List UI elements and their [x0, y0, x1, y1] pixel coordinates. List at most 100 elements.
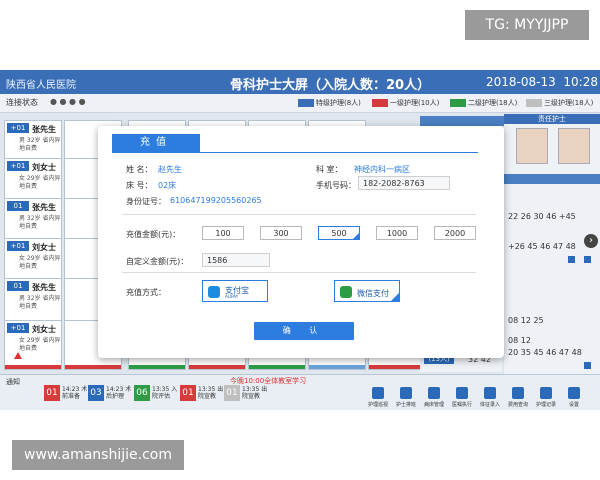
schedule-icon [400, 387, 412, 399]
patient-name: 刘女士 [32, 325, 56, 334]
amount-option-500[interactable]: 500 [318, 226, 360, 240]
toolbar-label: 护理记录 [535, 402, 556, 408]
department-value: 神经内科一病区 [354, 165, 410, 174]
amount-label: 充值金额(元)： [126, 230, 181, 239]
alipay-button[interactable]: 支付宝 ALIPAY [202, 280, 268, 302]
phone-label: 手机号码： [316, 181, 356, 190]
recharge-dialog: 充值 姓 名： 赵先生 科 室： 神经内科一病区 床 号： 02床 手机号码： … [98, 126, 504, 358]
bottom-bar: 通知 今晚10:00全体教室学习 01 14:23 术前准备 03 14:23 术后… [0, 374, 600, 410]
patient-info: 女 29岁 省内异地自费 [19, 337, 61, 352]
confirm-button[interactable]: 确 认 [254, 322, 354, 340]
next-page-arrow-icon[interactable]: › [584, 234, 598, 248]
bed-icon [428, 387, 440, 399]
square-marker-icon [584, 256, 591, 263]
nurse-avatar [558, 128, 590, 164]
legend-label: 特级护理(8人) [316, 99, 361, 107]
hospital-name: 陕西省人民医院 [6, 80, 76, 91]
square-marker-icon [584, 362, 591, 369]
watermark-top: TG: MYYJJPP [465, 10, 589, 40]
card-level-bar [65, 365, 121, 369]
patient-name-value: 赵先生 [158, 165, 182, 174]
bed-number-badge: 01 [7, 201, 29, 211]
panel-section-bar [504, 174, 600, 184]
amount-option-1000[interactable]: 1000 [376, 226, 418, 240]
task-count-badge: 01 [180, 385, 196, 401]
toolbar-label: 费用查询 [507, 402, 528, 408]
alipay-icon [208, 286, 220, 298]
section-divider [122, 272, 476, 273]
legend-label: 三级护理(18人) [544, 99, 594, 107]
notice-label: 通知 [6, 378, 20, 386]
legend-level-1: 一级护理(10人) [372, 98, 439, 108]
bed-number-row: +26 45 46 47 48 [508, 242, 576, 251]
phone-field[interactable]: 182-2082-8763 [358, 176, 450, 190]
settings-icon [568, 387, 580, 399]
amount-option-2000[interactable]: 2000 [434, 226, 476, 240]
toolbar-label: 病床管理 [423, 402, 444, 408]
amount-option-100[interactable]: 100 [202, 226, 244, 240]
dialog-divider [112, 152, 478, 153]
watermark-bottom: www.amanshijie.com [12, 440, 184, 470]
bed-value: 02床 [158, 181, 177, 190]
toolbar-button[interactable]: 护士排班 [394, 387, 418, 408]
legend-label: 一级护理(10人) [390, 99, 440, 107]
legend-swatch [450, 99, 466, 107]
task-count-badge: 06 [134, 385, 150, 401]
legend-level-2: 二级护理(18人) [450, 98, 517, 108]
patient-name: 张先生 [32, 283, 56, 292]
task-count-badge: 03 [88, 385, 104, 401]
toolbar-label: 护士排班 [395, 402, 416, 408]
toolbar-label: 医嘱执行 [451, 402, 472, 408]
task-text: 14:23 术后护理 [106, 386, 132, 400]
card-level-bar [5, 365, 61, 369]
toolbar-button[interactable]: 设置 [562, 387, 586, 408]
legend-swatch [526, 99, 542, 107]
legend-label: 二级护理(18人) [468, 99, 518, 107]
legend-level-special: 特级护理(8人) [298, 98, 361, 108]
toolbar-button[interactable]: 医嘱执行 [450, 387, 474, 408]
patient-name: 张先生 [32, 203, 56, 212]
date-text: 2018-08-13 [486, 75, 556, 89]
page-indicator-dots[interactable]: ● ● ● ● [50, 97, 86, 106]
task-text: 13:35 出院宣教 [242, 386, 268, 400]
wechat-icon [340, 286, 352, 298]
patient-info: 女 29岁 省内异地自费 [19, 255, 61, 270]
duty-nurse-header: 责任护士 [504, 114, 600, 124]
toolbar-button[interactable]: 病床管理 [422, 387, 446, 408]
bed-number-row: 22 26 30 46 +45 [508, 212, 576, 221]
card-level-bar [249, 365, 305, 369]
toolbar-button[interactable]: 费用查询 [506, 387, 530, 408]
bed-number-badge: +01 [7, 161, 29, 171]
toolbar-button[interactable]: 护理巡视 [366, 387, 390, 408]
amount-option-300[interactable]: 300 [260, 226, 302, 240]
ward-column-header [420, 116, 516, 126]
id-number-label: 身份证号： [126, 197, 166, 206]
square-marker-icon [568, 256, 575, 263]
datetime: 2018-08-13 10:28 [486, 75, 598, 89]
wechat-pay-button[interactable]: 微信支付 [334, 280, 400, 302]
order-icon [456, 387, 468, 399]
patient-info: 男 32岁 省内异地自费 [19, 215, 61, 230]
patient-name: 张先生 [32, 125, 56, 134]
patient-info: 女 29岁 省内异地自费 [19, 175, 61, 190]
patient-name: 刘女士 [32, 243, 56, 252]
card-level-bar [309, 365, 365, 369]
patrol-icon [372, 387, 384, 399]
title-bar: 陕西省人民医院 骨科护士大屏（入院人数：20人） 2018-08-13 10:2… [0, 70, 600, 94]
tab-recharge[interactable]: 充值 [112, 134, 200, 152]
alipay-sub-label: ALIPAY [225, 294, 239, 299]
card-level-bar [189, 365, 245, 369]
department-label: 科 室： [316, 165, 343, 174]
wechat-pay-label: 微信支付 [357, 289, 389, 298]
billing-icon [512, 387, 524, 399]
patient-card[interactable]: +01 刘女士 女 29岁 省内异地自费 [4, 320, 62, 370]
nurse-avatar [516, 128, 548, 164]
toolbar-label: 体征录入 [479, 402, 500, 408]
toolbar-button[interactable]: 体征录入 [478, 387, 502, 408]
card-level-bar [129, 365, 185, 369]
id-number-value: 610647199205560265 [170, 196, 262, 205]
custom-amount-input[interactable]: 1586 [202, 253, 270, 267]
toolbar-button[interactable]: 护理记录 [534, 387, 558, 408]
status-bar: 连接状态 ● ● ● ● 特级护理(8人) 一级护理(10人) 二级护理(18人… [0, 94, 600, 113]
toolbar-label: 设置 [568, 402, 579, 408]
